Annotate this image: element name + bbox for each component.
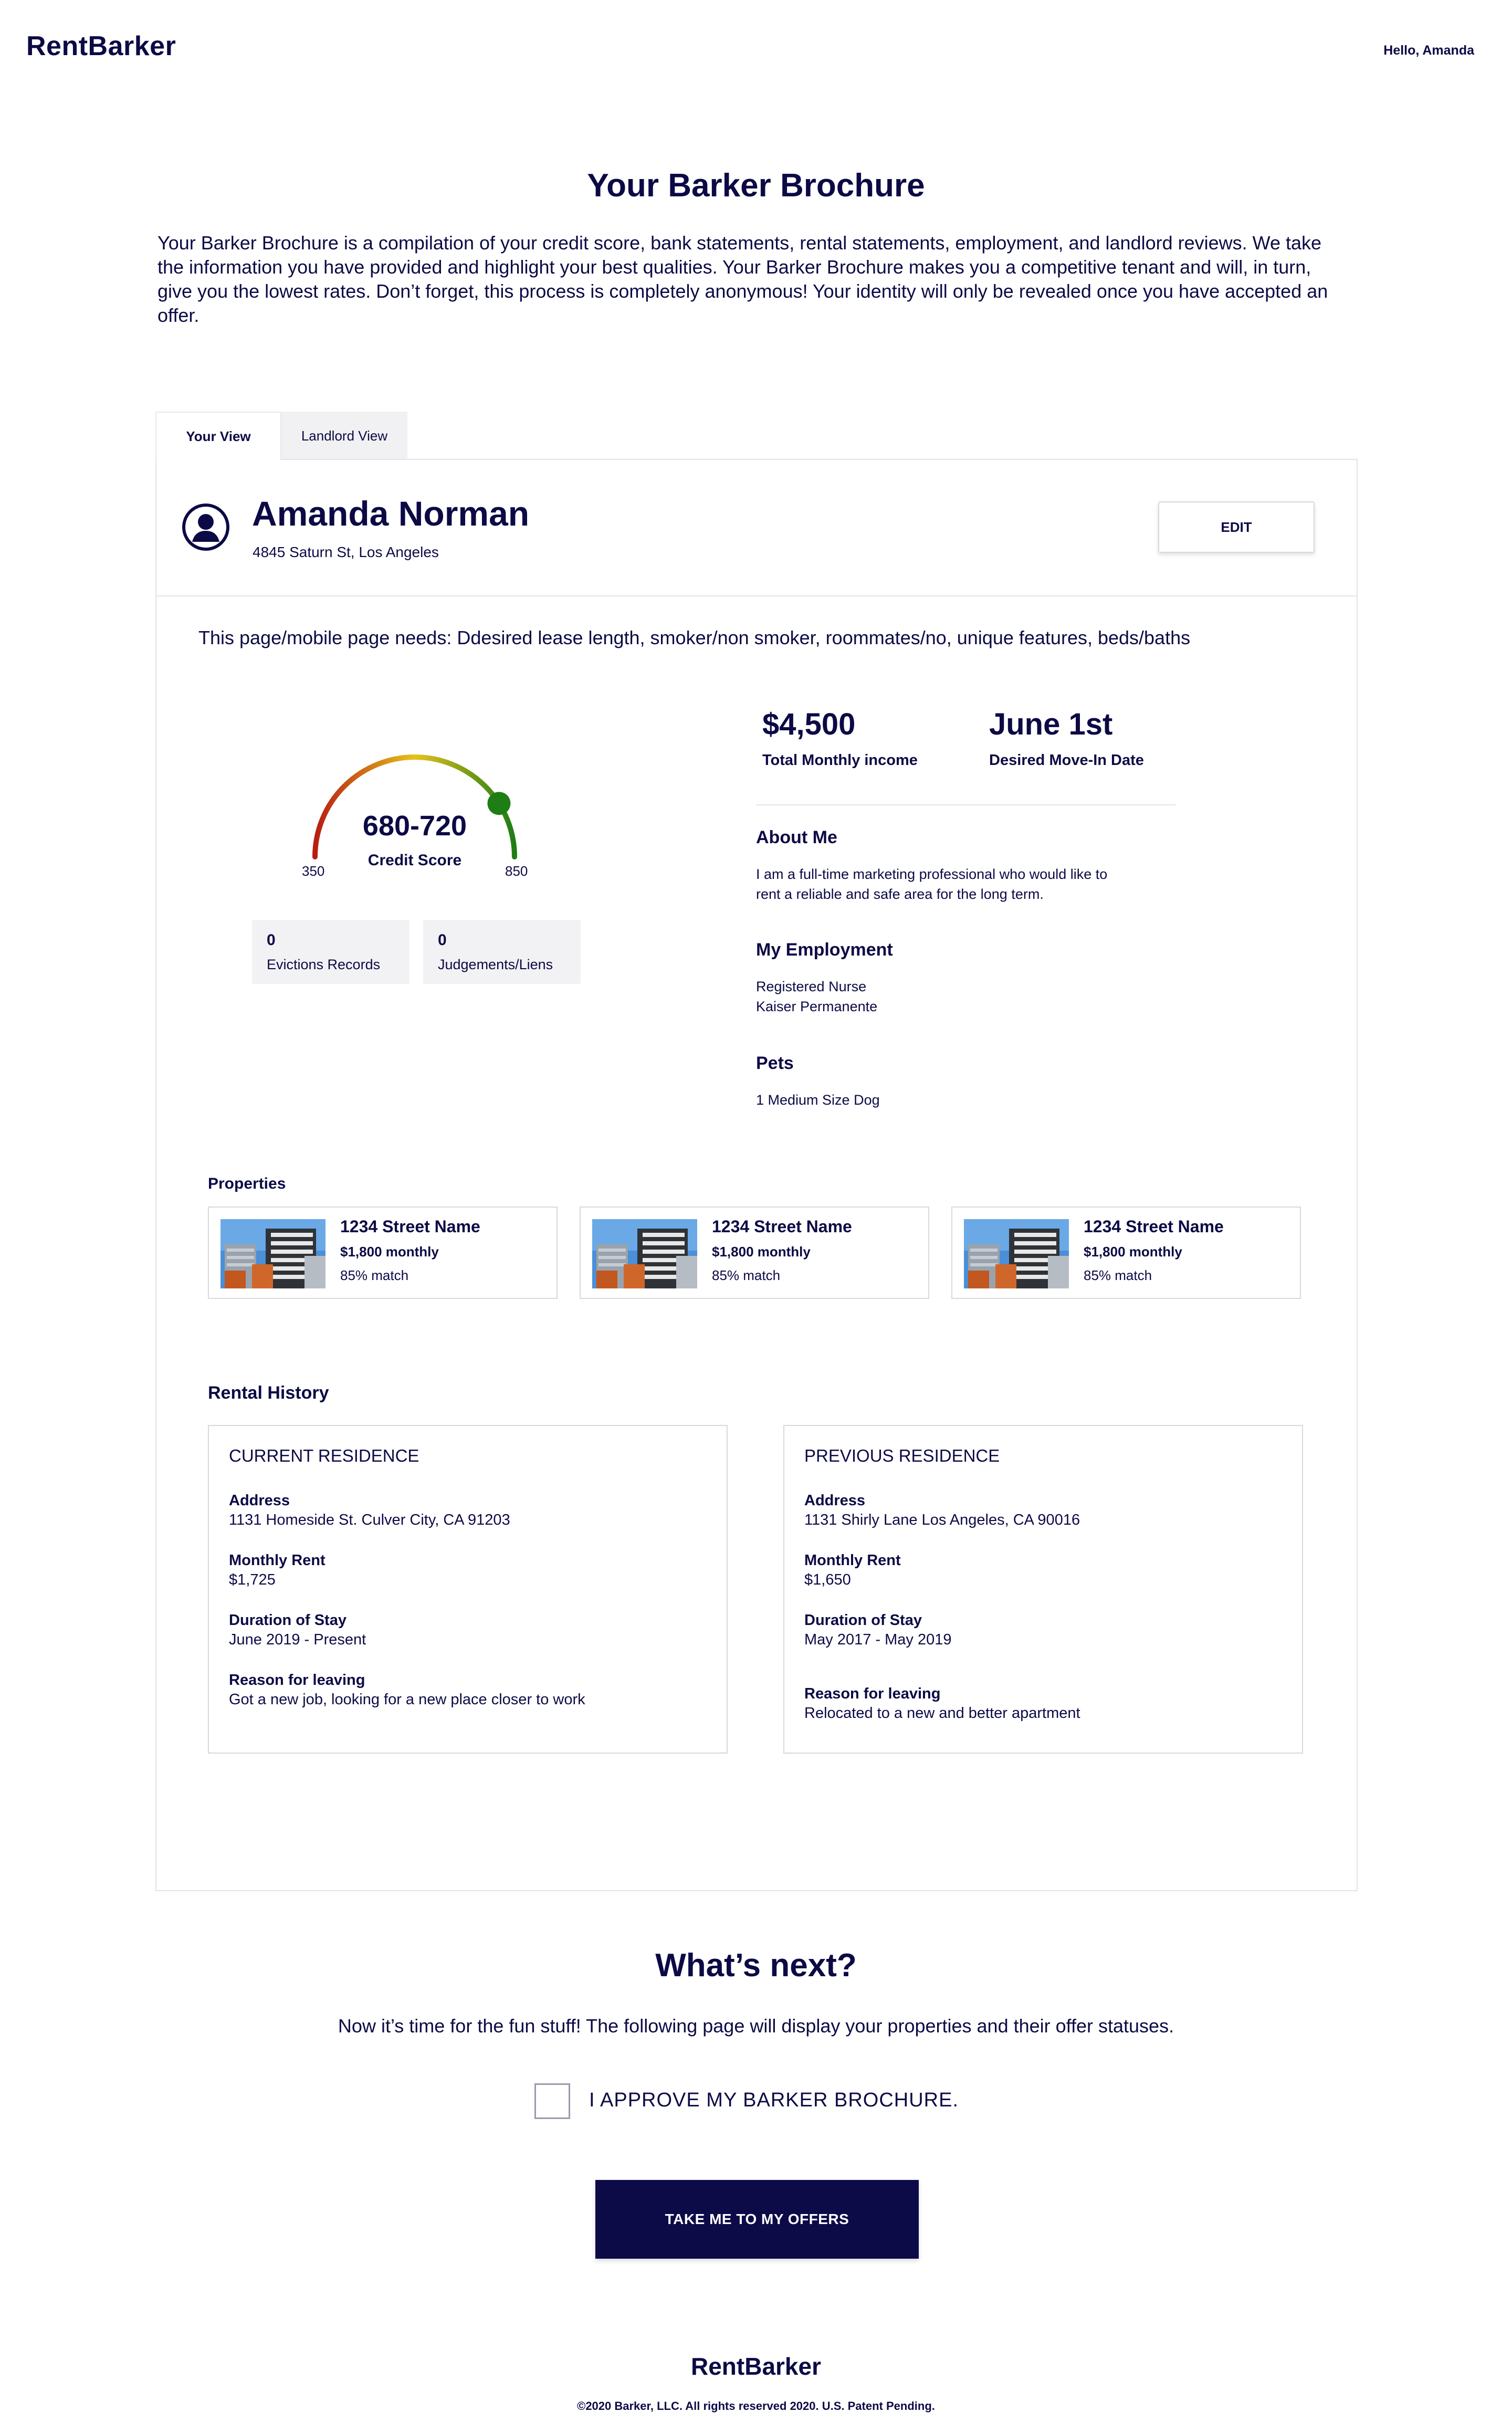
evictions-value: 0 xyxy=(267,931,276,949)
footer-copyright: ©2020 Barker, LLC. All rights reserved 2… xyxy=(577,2399,935,2413)
previous-rent-label: Monthly Rent xyxy=(804,1552,901,1569)
previous-address-label: Address xyxy=(804,1492,866,1509)
property-match: 85% match xyxy=(1084,1267,1152,1283)
previous-duration-label: Duration of Stay xyxy=(804,1612,922,1629)
profile-address: 4845 Saturn St, Los Angeles xyxy=(253,544,439,560)
property-match: 85% match xyxy=(340,1267,409,1283)
evictions-label: Evictions Records xyxy=(267,957,381,972)
gauge-min-label: 350 xyxy=(302,863,325,879)
profile-divider xyxy=(155,595,1358,596)
income-label: Total Monthly income xyxy=(762,752,918,769)
tab-landlord-view[interactable]: Landlord View xyxy=(281,412,407,460)
property-image xyxy=(592,1219,697,1288)
brand-logo[interactable]: RentBarker xyxy=(26,30,176,62)
judgements-label: Judgements/Liens xyxy=(438,957,553,972)
current-residence-card: CURRENT RESIDENCE Address 1131 Homeside … xyxy=(208,1425,728,1754)
previous-duration: May 2017 - May 2019 xyxy=(804,1631,952,1648)
income-value: $4,500 xyxy=(762,707,856,741)
summary-divider xyxy=(756,804,1176,805)
rental-history-heading: Rental History xyxy=(208,1383,329,1403)
edit-button[interactable]: EDIT xyxy=(1158,501,1315,553)
tab-your-view[interactable]: Your View xyxy=(155,412,281,460)
property-image xyxy=(964,1219,1069,1288)
about-heading: About Me xyxy=(756,827,837,847)
evictions-box: 0 Evictions Records xyxy=(252,920,410,984)
current-duration-label: Duration of Stay xyxy=(229,1612,346,1629)
pets-heading: Pets xyxy=(756,1053,794,1073)
current-rent: $1,725 xyxy=(229,1571,276,1588)
approve-checkbox[interactable] xyxy=(534,2083,570,2119)
employment-heading: My Employment xyxy=(756,940,893,960)
property-price: $1,800 monthly xyxy=(712,1244,811,1260)
needs-note: This page/mobile page needs: Ddesired le… xyxy=(198,627,1191,648)
current-address-label: Address xyxy=(229,1492,290,1509)
user-circle-icon xyxy=(182,503,230,551)
property-name: 1234 Street Name xyxy=(1084,1217,1224,1236)
judgements-value: 0 xyxy=(438,931,447,949)
current-duration: June 2019 - Present xyxy=(229,1631,366,1648)
next-title: What’s next? xyxy=(655,1947,857,1984)
property-price: $1,800 monthly xyxy=(340,1244,439,1260)
previous-residence-card: PREVIOUS RESIDENCE Address 1131 Shirly L… xyxy=(783,1425,1303,1754)
current-residence-title: CURRENT RESIDENCE xyxy=(229,1446,419,1465)
intro-text: Your Barker Brochure is a compilation of… xyxy=(158,232,1328,326)
credit-score-label: Credit Score xyxy=(368,852,462,869)
employment-company: Kaiser Permanente xyxy=(756,999,878,1014)
property-name: 1234 Street Name xyxy=(712,1217,852,1236)
previous-address: 1131 Shirly Lane Los Angeles, CA 90016 xyxy=(804,1512,1080,1528)
gauge-max-label: 850 xyxy=(505,863,528,879)
approve-label[interactable]: I APPROVE MY BARKER BROCHURE. xyxy=(589,2089,959,2112)
previous-reason: Relocated to a new and better apartment xyxy=(804,1705,1080,1722)
property-image xyxy=(220,1219,326,1288)
move-in-value: June 1st xyxy=(989,707,1113,741)
current-address: 1131 Homeside St. Culver City, CA 91203 xyxy=(229,1512,510,1528)
move-in-label: Desired Move-In Date xyxy=(989,752,1144,769)
credit-score-range: 680-720 xyxy=(362,810,467,842)
previous-rent: $1,650 xyxy=(804,1571,851,1588)
current-rent-label: Monthly Rent xyxy=(229,1552,326,1569)
current-reason-label: Reason for leaving xyxy=(229,1672,365,1689)
property-card[interactable]: 1234 Street Name $1,800 monthly 85% matc… xyxy=(208,1207,558,1299)
judgements-box: 0 Judgements/Liens xyxy=(423,920,581,984)
about-text: I am a full-time marketing professional … xyxy=(756,866,1108,902)
property-card[interactable]: 1234 Street Name $1,800 monthly 85% matc… xyxy=(580,1207,929,1299)
take-me-to-offers-button[interactable]: TAKE ME TO MY OFFERS xyxy=(595,2180,919,2259)
page-title: Your Barker Brochure xyxy=(587,167,925,204)
properties-heading: Properties xyxy=(208,1175,286,1192)
employment-title: Registered Nurse xyxy=(756,979,867,994)
property-name: 1234 Street Name xyxy=(340,1217,480,1236)
property-card[interactable]: 1234 Street Name $1,800 monthly 85% matc… xyxy=(951,1207,1301,1299)
current-reason: Got a new job, looking for a new place c… xyxy=(229,1691,585,1708)
footer-logo[interactable]: RentBarker xyxy=(0,2352,1512,2380)
previous-residence-title: PREVIOUS RESIDENCE xyxy=(804,1446,1000,1465)
property-price: $1,800 monthly xyxy=(1084,1244,1182,1260)
profile-name: Amanda Norman xyxy=(252,494,530,533)
property-match: 85% match xyxy=(712,1267,781,1283)
user-greeting[interactable]: Hello, Amanda xyxy=(1383,43,1474,58)
previous-reason-label: Reason for leaving xyxy=(804,1685,941,1702)
next-text: Now it’s time for the fun stuff! The fol… xyxy=(338,2015,1174,2037)
pets-text: 1 Medium Size Dog xyxy=(756,1092,880,1108)
